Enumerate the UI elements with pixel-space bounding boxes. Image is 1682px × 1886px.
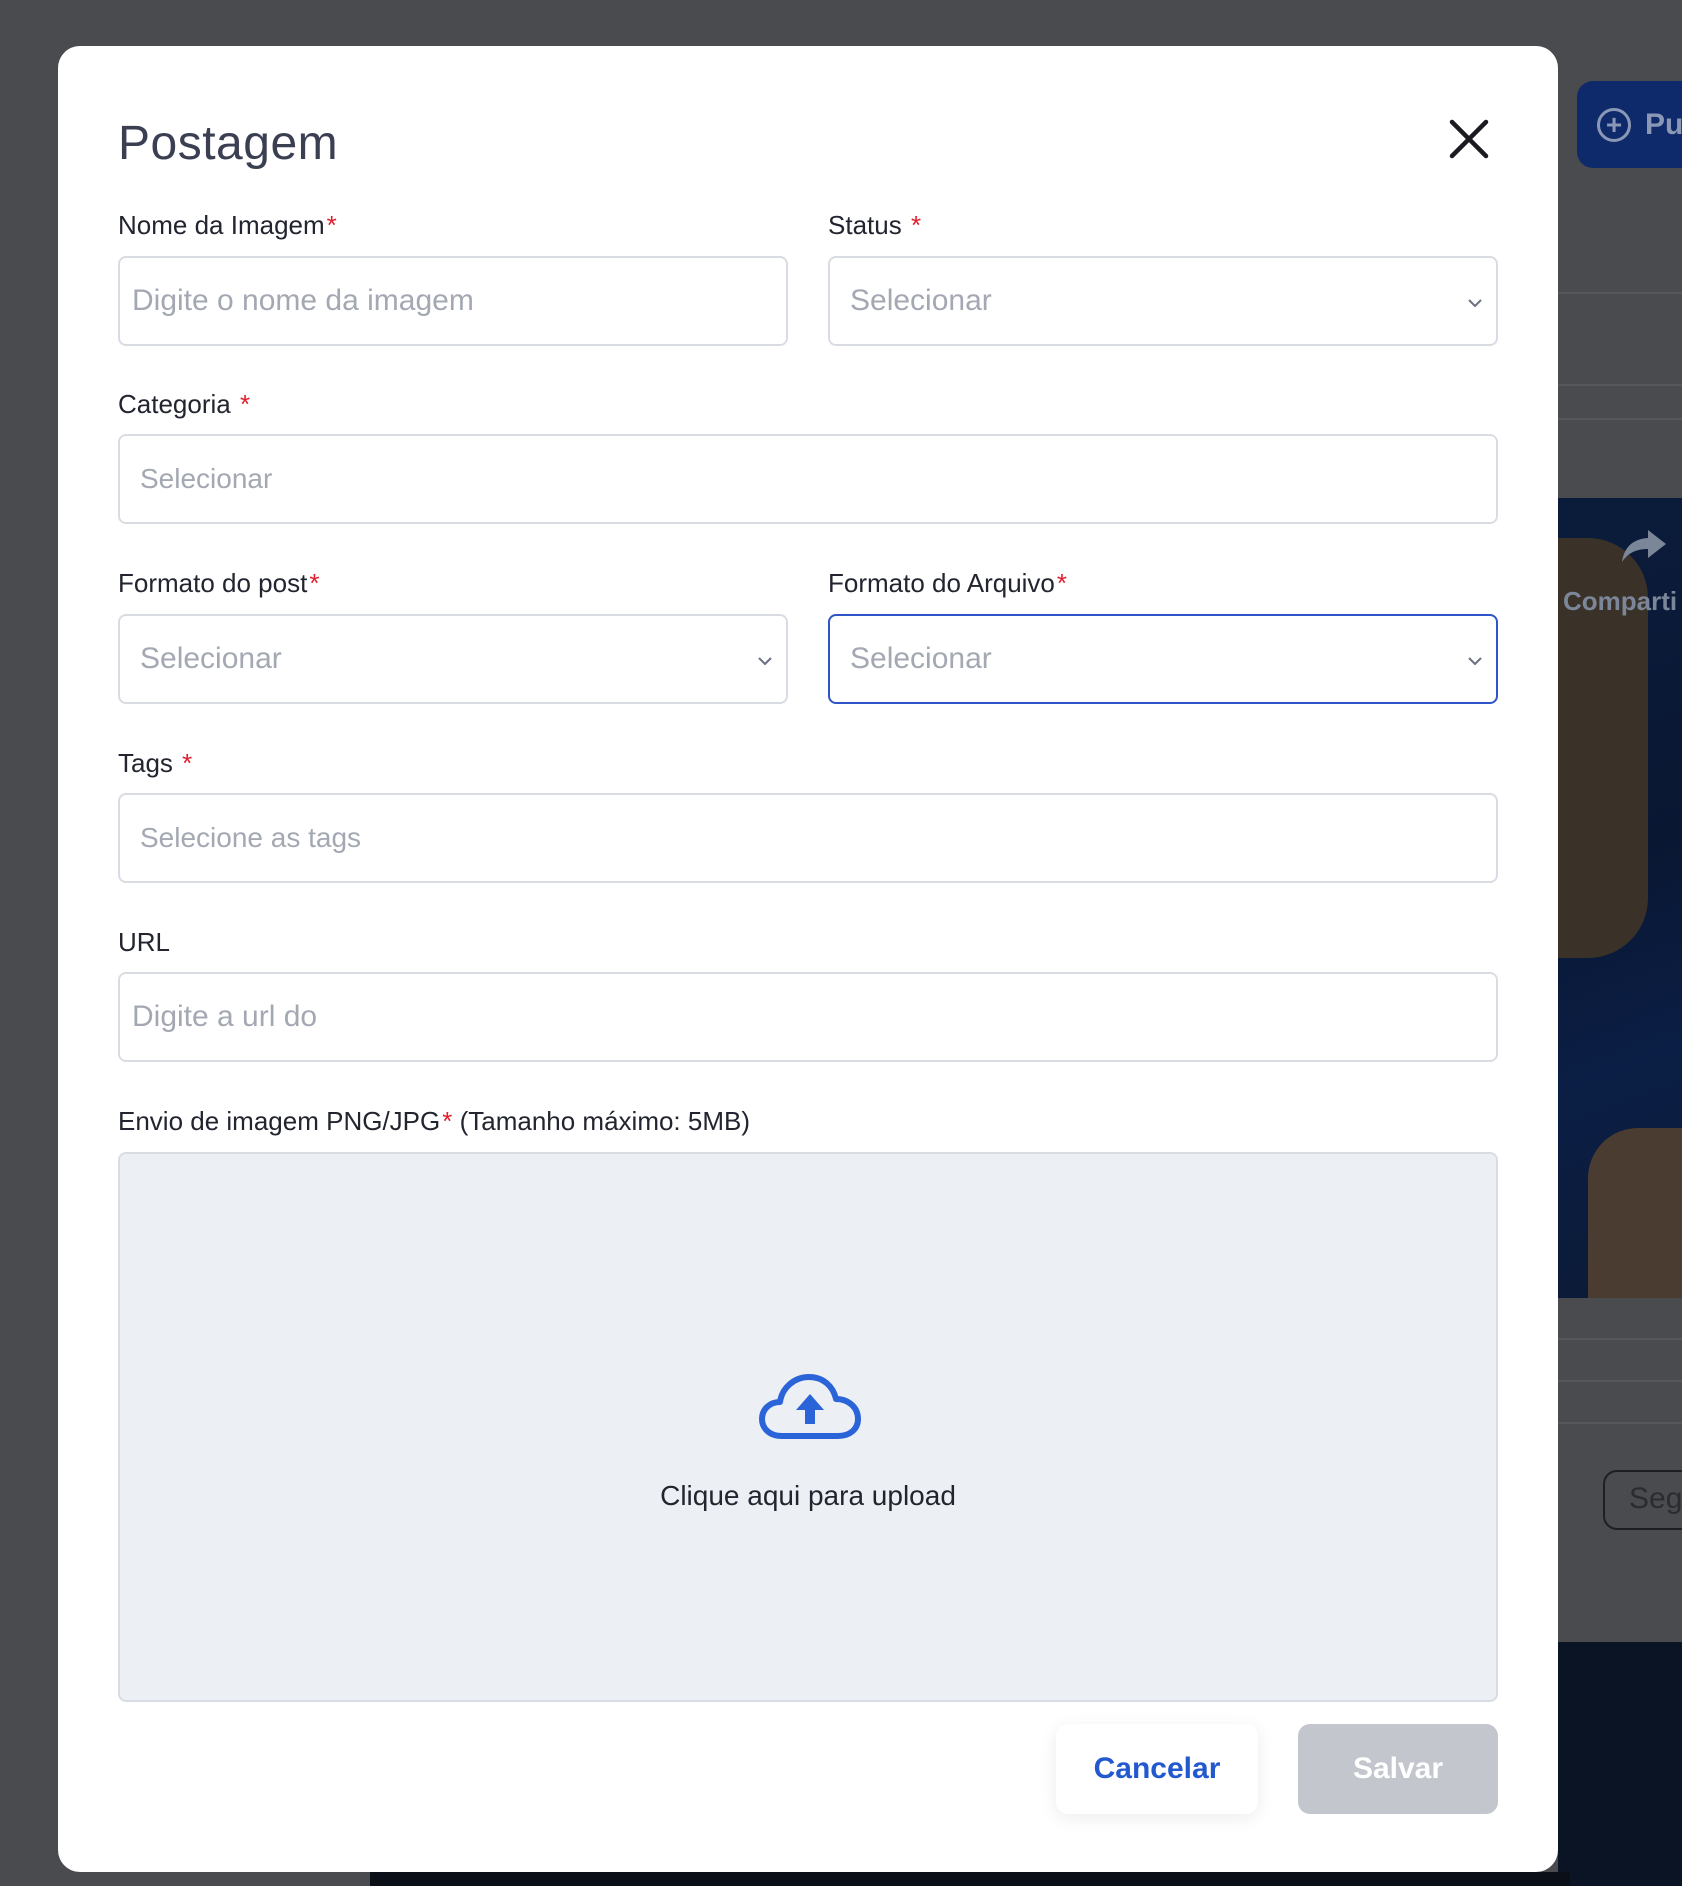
plus-icon: + (1597, 107, 1631, 142)
post-format-select[interactable]: Selecionar (118, 614, 788, 704)
divider (1558, 292, 1682, 294)
post-thumbnail (1558, 1642, 1682, 1886)
image-name-placeholder: Digite o nome da imagem (132, 284, 474, 317)
close-icon (1449, 119, 1489, 159)
cloud-upload-icon (759, 1374, 861, 1439)
status-label-text: Status (828, 210, 902, 240)
publish-button-label: Pu (1645, 107, 1682, 141)
required-mark: * (442, 1106, 453, 1136)
file-format-label-text: Formato do Arquivo (828, 568, 1055, 598)
post-format-label-text: Formato do post (118, 568, 308, 598)
divider (1558, 418, 1682, 420)
divider (1558, 1338, 1682, 1340)
upload-dropzone[interactable]: Clique aqui para upload (118, 1152, 1498, 1702)
url-input[interactable]: Digite a url do (118, 972, 1498, 1062)
post-thumbnail (1558, 498, 1682, 1298)
required-mark: * (239, 389, 251, 419)
post-modal: Postagem Nome da Imagem* Digite o nome d… (58, 46, 1558, 1872)
divider (1558, 384, 1682, 386)
save-button[interactable]: Salvar (1298, 1724, 1498, 1814)
share-label: Comparti (1563, 586, 1678, 616)
file-format-placeholder: Selecionar (850, 642, 992, 675)
required-mark: * (326, 210, 337, 240)
tags-placeholder: Selecione as tags (140, 822, 362, 853)
status-placeholder: Selecionar (850, 284, 992, 317)
url-label-text: URL (118, 927, 171, 957)
upload-size-hint: (Tamanho máximo: 5MB) (452, 1106, 751, 1136)
chevron-down-icon (1468, 657, 1482, 666)
url-placeholder: Digite a url do (132, 1000, 318, 1033)
chevron-down-icon (758, 657, 772, 666)
follow-button: Segu (1603, 1470, 1682, 1530)
required-mark: * (1056, 568, 1068, 598)
divider (1558, 1422, 1682, 1424)
cancel-button[interactable]: Cancelar (1056, 1724, 1258, 1814)
upload-label-text: Envio de imagem PNG/JPG (118, 1106, 441, 1136)
required-mark: * (309, 568, 320, 598)
file-format-select[interactable]: Selecionar (828, 614, 1498, 704)
post-format-label: Formato do post* (118, 568, 319, 599)
category-label: Categoria * (118, 389, 250, 420)
upload-label: Envio de imagem PNG/JPG* (Tamanho máximo… (118, 1106, 750, 1137)
url-label: URL (118, 927, 170, 958)
background-strip (370, 1872, 1570, 1886)
category-placeholder: Selecionar (140, 463, 273, 494)
file-format-label: Formato do Arquivo* (828, 568, 1067, 599)
image-name-label: Nome da Imagem* (118, 210, 337, 241)
tags-label-text: Tags (118, 748, 173, 778)
close-button[interactable] (1446, 116, 1492, 162)
image-name-label-text: Nome da Imagem (118, 210, 325, 240)
category-label-text: Categoria (118, 389, 231, 419)
upload-cta: Clique aqui para upload (660, 1480, 956, 1511)
status-select[interactable]: Selecionar (828, 256, 1498, 346)
tags-select[interactable]: Selecione as tags (118, 793, 1498, 883)
required-mark: * (182, 748, 193, 778)
image-name-input[interactable]: Digite o nome da imagem (118, 256, 788, 346)
required-mark: * (910, 210, 922, 240)
category-select[interactable]: Selecionar (118, 434, 1498, 524)
publish-button: + Pu (1577, 81, 1682, 168)
share-icon (1622, 530, 1666, 562)
modal-title: Postagem (118, 117, 339, 170)
status-label: Status * (828, 210, 921, 241)
post-format-placeholder: Selecionar (140, 642, 282, 675)
divider (1558, 1380, 1682, 1382)
chevron-down-icon (1468, 299, 1482, 308)
tags-label: Tags * (118, 748, 192, 779)
